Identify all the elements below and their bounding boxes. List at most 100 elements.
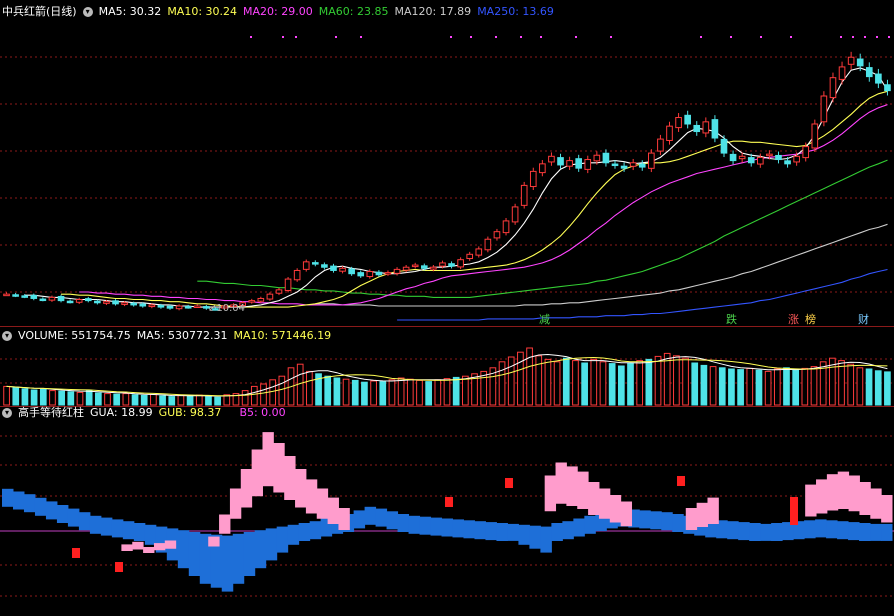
- gua-bar: [529, 525, 541, 549]
- volume-bar: [388, 379, 396, 406]
- volume-bar: [636, 360, 644, 406]
- volume-bar: [443, 378, 451, 406]
- gub-bar: [132, 541, 144, 550]
- volume-bar: [370, 380, 377, 406]
- volume-bar: [691, 362, 699, 406]
- gub-bar: [870, 488, 882, 519]
- ma60-label: MA60: 23.85: [318, 5, 389, 18]
- volume-bar: [572, 360, 579, 406]
- candle-body: [48, 296, 56, 301]
- gub-bar: [826, 474, 839, 511]
- gua-bar: [56, 505, 69, 523]
- volume-bar: [480, 370, 488, 406]
- volume-bar: [856, 367, 864, 406]
- gua-bar: [463, 520, 475, 539]
- volume-bar: [792, 369, 800, 406]
- signal-jian: 减: [539, 313, 550, 326]
- volume-bar: [581, 362, 588, 406]
- candle-body: [648, 152, 655, 169]
- gua-bar: [661, 512, 673, 531]
- volume-bar: [342, 378, 350, 406]
- volume-bar: [260, 383, 267, 406]
- candle-body: [411, 264, 419, 268]
- volume-bar: [324, 375, 332, 406]
- gua-bar: [639, 510, 651, 529]
- gub-bar: [609, 495, 622, 523]
- gub-bar: [273, 443, 285, 493]
- gub-bar: [881, 495, 893, 523]
- volume-bar: [269, 379, 277, 406]
- gua-bar: [826, 520, 838, 539]
- candle-body: [475, 248, 483, 256]
- gua-bar: [111, 519, 124, 538]
- signal-dot: [520, 36, 522, 38]
- b5-bar: [445, 497, 453, 507]
- candle-body: [502, 220, 510, 234]
- signal-dot: [335, 36, 337, 38]
- gua-bar: [870, 523, 882, 541]
- candle-body: [12, 294, 19, 297]
- collapse-icon[interactable]: ▾: [82, 7, 93, 17]
- signal-dot: [450, 36, 452, 38]
- volume-bar: [746, 367, 754, 406]
- signal-dot: [360, 36, 362, 38]
- signal-dot: [540, 36, 542, 38]
- gub-bar: [837, 471, 850, 509]
- candle-body: [666, 125, 673, 141]
- ma120-line: [315, 223, 888, 307]
- gua-bar: [89, 515, 102, 534]
- volume-bar: [709, 366, 717, 406]
- candle-body: [312, 262, 319, 265]
- gua-bar: [881, 523, 893, 541]
- signal-dot: [470, 36, 472, 38]
- signal-dot: [876, 36, 878, 38]
- candle-body: [629, 162, 637, 167]
- volume-bar: [186, 395, 194, 406]
- candle-body: [784, 160, 791, 165]
- gua-bar: [243, 532, 256, 576]
- candle-body: [557, 157, 564, 166]
- volume-bar: [168, 396, 176, 406]
- signal-dot: [282, 36, 284, 38]
- stock-title[interactable]: 中兵红箭(日线): [2, 5, 77, 19]
- candle-body: [375, 271, 383, 276]
- volume-bar: [462, 375, 469, 406]
- volume-bar: [416, 379, 423, 406]
- collapse-icon[interactable]: ▾: [2, 408, 12, 418]
- volume-bar: [452, 376, 460, 406]
- candle-body: [21, 295, 29, 298]
- candle-body: [366, 271, 374, 278]
- b5-bar: [115, 562, 123, 572]
- gub-bar: [566, 466, 578, 506]
- candle-body: [157, 304, 165, 308]
- gua-bar: [34, 497, 47, 516]
- volume-bar: [608, 363, 616, 406]
- volume-bar: [425, 381, 432, 406]
- gua-bar: [584, 515, 596, 534]
- ma20-label: MA20: 29.00: [243, 5, 313, 18]
- gub-bar: [240, 469, 253, 508]
- candle-body: [593, 154, 601, 162]
- signal-dot: [790, 36, 792, 38]
- gua-bar: [540, 526, 552, 553]
- candle-body: [638, 163, 646, 168]
- volume-bar: [755, 369, 763, 406]
- gua-bar: [12, 491, 25, 510]
- gub-bar: [816, 479, 828, 514]
- b5-bar: [790, 497, 798, 525]
- gua-bar: [518, 524, 530, 545]
- volume-bar: [159, 395, 166, 406]
- signal-bang: 榜: [805, 313, 816, 326]
- collapse-icon[interactable]: ▾: [2, 331, 12, 341]
- candle-body: [675, 117, 682, 129]
- volume-bar: [3, 385, 10, 406]
- candle-body: [284, 278, 292, 291]
- candle-body: [529, 170, 537, 188]
- gua-bar: [496, 523, 508, 541]
- volume-bar: [645, 358, 653, 406]
- volume-bar: [406, 378, 414, 406]
- gub-bar: [588, 482, 600, 515]
- gua-bar: [738, 522, 750, 541]
- candle-body: [39, 298, 47, 302]
- gua-bar: [430, 517, 443, 536]
